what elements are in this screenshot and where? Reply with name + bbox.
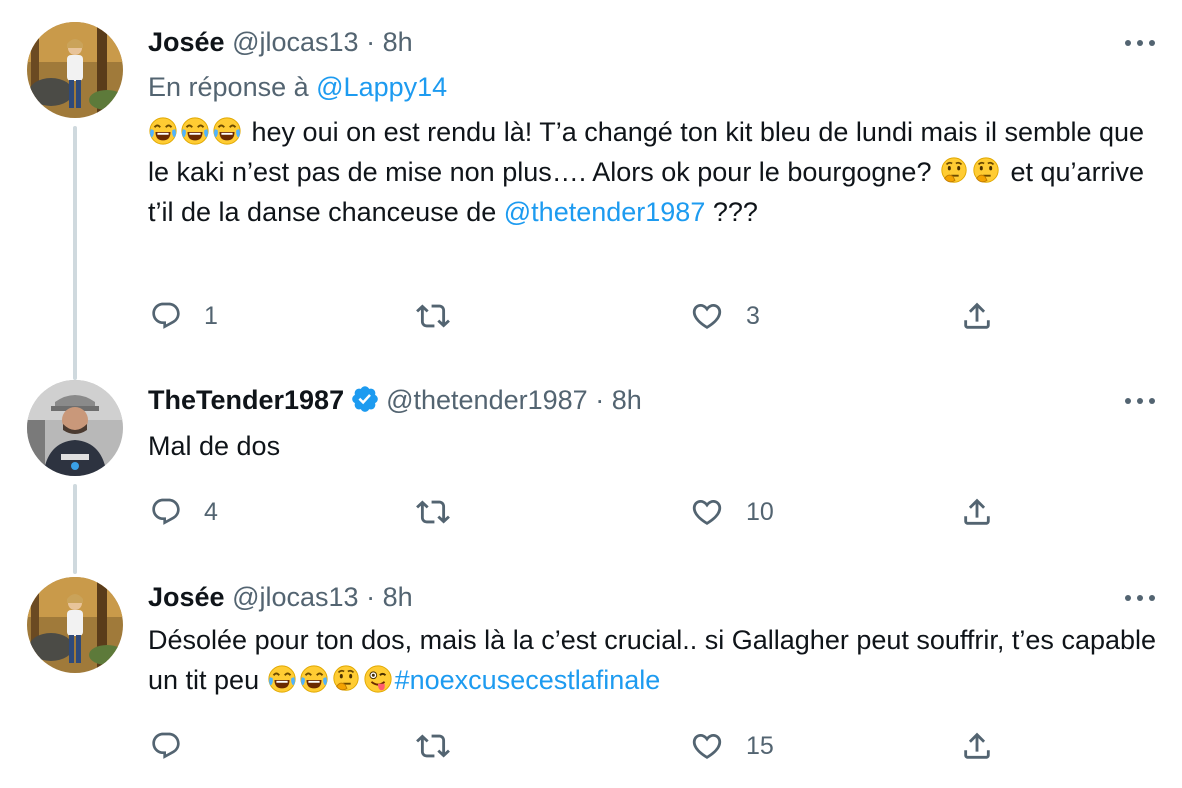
thread-line bbox=[73, 484, 77, 574]
retweet-icon bbox=[416, 729, 450, 763]
reply-icon bbox=[150, 496, 182, 528]
tweet-header: TheTender1987 @thetender1987 · 8h bbox=[148, 383, 642, 417]
reply-handle-link[interactable]: @Lappy14 bbox=[316, 72, 447, 102]
reply-button[interactable]: 1 bbox=[150, 298, 218, 334]
laughing-tears-emoji bbox=[148, 116, 178, 146]
more-icon[interactable] bbox=[1122, 33, 1158, 53]
author-handle[interactable]: @jlocas13 bbox=[232, 27, 358, 57]
like-count: 10 bbox=[746, 497, 774, 526]
avatar[interactable] bbox=[27, 22, 123, 118]
verified-badge-icon bbox=[352, 386, 378, 412]
mention-link[interactable]: @thetender1987 bbox=[504, 197, 706, 227]
share-icon bbox=[960, 495, 994, 529]
share-button[interactable] bbox=[960, 728, 994, 764]
tweet-text: Mal de dos bbox=[148, 431, 281, 461]
author-name[interactable]: Josée bbox=[148, 582, 225, 612]
like-icon bbox=[690, 495, 724, 529]
winking-tongue-emoji bbox=[363, 664, 393, 694]
tweet-text: hey oui on est rendu là! T’a changé ton … bbox=[148, 112, 1158, 232]
like-button[interactable]: 10 bbox=[690, 494, 774, 530]
reply-icon bbox=[150, 730, 182, 762]
reply-count: 1 bbox=[204, 301, 218, 330]
retweet-button[interactable] bbox=[416, 298, 472, 334]
reply-icon bbox=[150, 300, 182, 332]
thread-line bbox=[73, 126, 77, 370]
tweet-header: Josée @jlocas13 · 8h bbox=[148, 25, 413, 59]
tweet-3[interactable]: Josée @jlocas13 · 8h Désolée pour ton do… bbox=[0, 574, 1182, 788]
like-icon bbox=[690, 729, 724, 763]
share-button[interactable] bbox=[960, 494, 994, 530]
like-icon bbox=[690, 299, 724, 333]
share-icon bbox=[960, 729, 994, 763]
thinking-face-emoji bbox=[971, 156, 1001, 186]
author-handle[interactable]: @jlocas13 bbox=[232, 582, 358, 612]
reply-count: 4 bbox=[204, 497, 218, 526]
tweet-text-part: ??? bbox=[712, 197, 758, 227]
retweet-button[interactable] bbox=[416, 728, 472, 764]
like-count: 3 bbox=[746, 301, 760, 330]
reply-prefix: En réponse à bbox=[148, 72, 309, 102]
retweet-button[interactable] bbox=[416, 494, 472, 530]
like-button[interactable]: 3 bbox=[690, 298, 760, 334]
share-icon bbox=[960, 299, 994, 333]
timestamp[interactable]: 8h bbox=[383, 582, 413, 612]
separator: · bbox=[595, 385, 605, 415]
laughing-tears-emoji bbox=[299, 664, 329, 694]
hashtag-link[interactable]: #noexcusecestlafinale bbox=[395, 665, 661, 695]
laughing-tears-emoji bbox=[267, 664, 297, 694]
author-name[interactable]: TheTender1987 bbox=[148, 385, 344, 415]
reply-button[interactable]: 4 bbox=[150, 494, 218, 530]
tweet-1[interactable]: Josée @jlocas13 · 8h En réponse à @Lappy… bbox=[0, 0, 1182, 370]
more-icon[interactable] bbox=[1122, 391, 1158, 411]
share-button[interactable] bbox=[960, 298, 994, 334]
reply-context: En réponse à @Lappy14 bbox=[148, 70, 447, 104]
like-button[interactable]: 15 bbox=[690, 728, 774, 764]
thread-line bbox=[73, 360, 77, 380]
tweet-2[interactable]: TheTender1987 @thetender1987 · 8h Mal de … bbox=[0, 360, 1182, 574]
separator: · bbox=[366, 27, 376, 57]
more-icon[interactable] bbox=[1122, 588, 1158, 608]
reply-button[interactable] bbox=[150, 728, 204, 764]
avatar[interactable] bbox=[27, 380, 123, 476]
like-count: 15 bbox=[746, 731, 774, 760]
thinking-face-emoji bbox=[331, 664, 361, 694]
author-name[interactable]: Josée bbox=[148, 27, 225, 57]
author-handle[interactable]: @thetender1987 bbox=[386, 385, 588, 415]
timestamp[interactable]: 8h bbox=[612, 385, 642, 415]
timestamp[interactable]: 8h bbox=[383, 27, 413, 57]
laughing-tears-emoji bbox=[180, 116, 210, 146]
tweet-header: Josée @jlocas13 · 8h bbox=[148, 580, 413, 614]
thinking-face-emoji bbox=[939, 156, 969, 186]
avatar[interactable] bbox=[27, 577, 123, 673]
separator: · bbox=[366, 582, 376, 612]
tweet-text: Désolée pour ton dos, mais là la c’est c… bbox=[148, 620, 1158, 700]
laughing-tears-emoji bbox=[212, 116, 242, 146]
retweet-icon bbox=[416, 495, 450, 529]
retweet-icon bbox=[416, 299, 450, 333]
